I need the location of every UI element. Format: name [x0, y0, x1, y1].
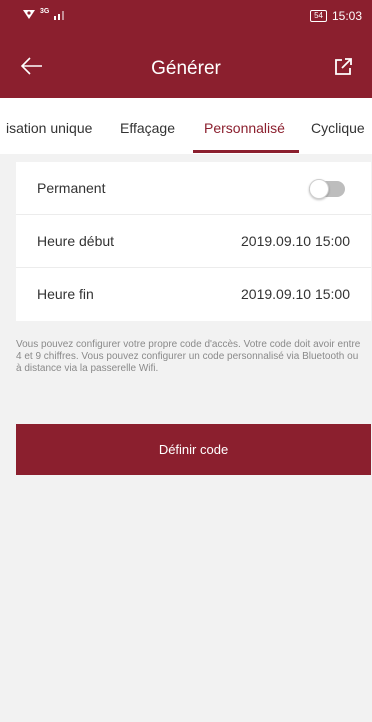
start-time-value[interactable]: 2019.09.10 15:00: [241, 215, 350, 268]
end-time-label: Heure fin: [37, 286, 94, 302]
tab-effacage[interactable]: Effaçage: [120, 98, 175, 154]
page-title: Générer: [151, 58, 221, 79]
start-time-row[interactable]: Heure début 2019.09.10 15:00: [16, 215, 371, 268]
tab-personnalise[interactable]: Personnalisé: [204, 98, 285, 154]
tab-bar: isation unique Effaçage Personnalisé Cyc…: [0, 98, 372, 154]
active-tab-indicator: [193, 150, 299, 153]
permanent-row: Permanent: [16, 162, 371, 215]
battery-level: 54: [310, 10, 327, 22]
start-time-label: Heure début: [37, 233, 115, 249]
info-text: Vous pouvez configurer votre propre code…: [16, 339, 361, 374]
signal-icon: [54, 11, 65, 20]
tab-cyclique[interactable]: Cyclique: [311, 98, 365, 154]
toggle-knob: [309, 179, 329, 199]
share-button[interactable]: [330, 54, 356, 80]
define-code-button[interactable]: Définir code: [16, 424, 371, 475]
settings-card: Permanent Heure début 2019.09.10 15:00 H…: [16, 162, 371, 321]
back-button[interactable]: [18, 52, 46, 80]
tab-usage-unique[interactable]: isation unique: [6, 98, 92, 154]
network-type: 3G: [40, 7, 50, 15]
end-time-row[interactable]: Heure fin 2019.09.10 15:00: [16, 268, 371, 321]
arrow-left-icon: [21, 57, 42, 75]
status-right: 54 15:03: [310, 9, 362, 23]
wifi-hotspot-icon: [23, 10, 35, 19]
external-link-icon: [335, 58, 352, 75]
app-toolbar: Générer: [0, 34, 372, 98]
end-time-value[interactable]: 2019.09.10 15:00: [241, 268, 350, 321]
status-bar: 3G 54 15:03: [0, 0, 372, 34]
status-left: 3G: [22, 8, 67, 20]
permanent-label: Permanent: [37, 180, 106, 196]
permanent-toggle[interactable]: [309, 179, 345, 199]
clock: 15:03: [331, 9, 362, 23]
